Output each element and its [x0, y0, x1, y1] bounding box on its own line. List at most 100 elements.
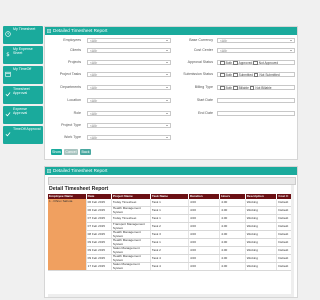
clock-icon [5, 31, 11, 37]
sidebar-item-timeoff-approval[interactable]: TimeOff Approval [3, 126, 43, 144]
sidebar: My Timesheet $ My Expense Sheet My TimeO… [0, 0, 44, 300]
report-panel-header: Detailed Timesheet Report [45, 167, 297, 175]
sidebar-item-label: My TimeOff [13, 67, 32, 71]
sidebar-item-my-timesheet[interactable]: My Timesheet [3, 26, 43, 44]
horizontal-scrollbar[interactable] [48, 294, 294, 297]
billing-both-label: Both [225, 85, 233, 90]
hours-cell: 4.00 [219, 199, 246, 207]
vertical-scrollbar[interactable] [291, 185, 294, 297]
work-type-select[interactable]: <All> [87, 134, 171, 140]
approval-approved-checkbox[interactable] [233, 60, 238, 66]
project-cell: Health Management System [111, 206, 151, 215]
sidebar-item-label: Expense Approval [13, 107, 28, 116]
projects-select-value: <All> [90, 60, 98, 65]
departments-select[interactable]: <All> [87, 84, 171, 90]
project-type-select[interactable]: <All> [87, 122, 171, 128]
start-date-label: Start Date [196, 98, 213, 102]
billing-billable-label: Billable [238, 85, 249, 90]
task-cell: Task 1 [150, 214, 189, 223]
hours-cell: 4.00 [219, 214, 246, 223]
report-panel: Detailed Timesheet Report Detail Timeshe… [44, 166, 298, 298]
check-icon [5, 112, 11, 117]
date-cell: 09 Feb 2015 [86, 238, 112, 247]
description-cell: Working [245, 230, 278, 239]
submission-status-options: Both Submitted Not Submitted [217, 71, 295, 78]
svg-text:$: $ [6, 52, 9, 57]
employee-name-cell: 1 - Dhruv Sahota [48, 199, 87, 271]
filter-panel: Detailed Timesheet Report Employees <All… [44, 26, 298, 160]
show-button[interactable]: Show [51, 149, 62, 155]
sidebar-item-expense-approval[interactable]: Expense Approval [3, 106, 43, 124]
base-currency-select[interactable]: <All> [217, 37, 295, 43]
duration-cell: 4:00 [188, 246, 221, 255]
approval-approved-label: Approved [238, 60, 253, 65]
task-cell: Task 4 [150, 254, 189, 263]
check-icon [5, 92, 11, 97]
duration-cell: 4:00 [188, 254, 221, 263]
employees-select-value: <All> [90, 38, 98, 43]
report-viewer[interactable]: Detail Timesheet Report Employee Name Da… [48, 185, 294, 297]
billing-billable-checkbox[interactable] [233, 85, 238, 91]
sidebar-item-timesheet-approval[interactable]: Timesheet Approval [3, 86, 43, 104]
billing-not-billable-checkbox[interactable] [249, 85, 255, 91]
chevron-down-icon [166, 113, 168, 114]
description-cell: Working [245, 262, 278, 271]
employees-select[interactable]: <All> [87, 37, 171, 43]
approval-status-options: Both Approved Not Approved [217, 59, 295, 66]
billing-both-checkbox[interactable] [220, 85, 225, 91]
start-date-input[interactable] [217, 97, 295, 103]
report-panel-title: Detailed Timesheet Report [53, 168, 108, 173]
chevron-down-icon [166, 87, 168, 88]
submission-not-submitted-checkbox[interactable] [253, 72, 259, 78]
departments-select-value: <All> [90, 85, 98, 90]
chevron-down-icon [166, 125, 168, 126]
end-date-input[interactable] [217, 110, 295, 116]
sidebar-item-my-expense-sheet[interactable]: $ My Expense Sheet [3, 46, 43, 64]
duration-cell: 4:00 [188, 238, 221, 247]
work-type-label: Work Type [63, 135, 81, 139]
role-select[interactable]: <All> [87, 110, 171, 116]
billing-type-label: Billing Type [194, 85, 213, 89]
chevron-down-icon [166, 62, 168, 63]
back-button[interactable]: Back [80, 149, 91, 155]
cost-center-select[interactable]: <All> [217, 47, 295, 53]
report-title: Detail Timesheet Report [49, 186, 109, 192]
description-cell: Working [245, 199, 278, 207]
submission-both-label: Both [225, 72, 233, 77]
submission-submitted-checkbox[interactable] [233, 72, 238, 78]
date-cell: 06 Feb 2015 [86, 199, 112, 207]
submission-not-submitted-label: Not Submitted [259, 72, 280, 77]
approval-not-approved-label: Not Approved [258, 60, 279, 65]
task-cell: Task 4 [150, 262, 189, 271]
location-select[interactable]: <All> [87, 97, 171, 103]
duration-cell: 4:00 [188, 262, 221, 271]
hours-cell: 4.00 [219, 230, 246, 239]
projects-label: Projects [68, 60, 81, 64]
billing-type-options: Both Billable Not Billable [217, 84, 295, 91]
approval-both-checkbox[interactable] [220, 60, 225, 66]
task-cell: Task 2 [150, 222, 189, 231]
location-label: Location [67, 98, 81, 102]
project-type-select-value: <All> [90, 123, 98, 128]
task-cell: Task 1 [150, 199, 189, 207]
cost-center-label: Cost Center [193, 48, 213, 52]
departments-label: Departments [60, 85, 81, 89]
sidebar-item-my-timeoff[interactable]: My TimeOff [3, 66, 43, 84]
sidebar-item-label: My Expense Sheet [13, 47, 33, 56]
base-currency-select-value: <All> [220, 38, 228, 43]
chevron-down-icon [166, 137, 168, 138]
task-cell: Task 1 [150, 238, 189, 247]
clients-select[interactable]: <All> [87, 47, 171, 53]
calendar-icon [5, 71, 11, 77]
end-date-label: End Date [198, 111, 213, 115]
submission-both-checkbox[interactable] [220, 72, 225, 78]
report-body: 1 - Dhruv Sahota 06 Feb 2015 Today Times… [48, 199, 294, 271]
chevron-down-icon [166, 100, 168, 101]
projects-select[interactable]: <All> [87, 59, 171, 65]
role-label: Role [73, 111, 81, 115]
cancel-button[interactable]: Cancel [64, 149, 78, 155]
project-tasks-select[interactable]: <All> [87, 71, 171, 77]
project-cell: Sales Management System [111, 262, 151, 271]
approval-not-approved-checkbox[interactable] [253, 60, 258, 66]
report-toolbar [48, 177, 296, 185]
